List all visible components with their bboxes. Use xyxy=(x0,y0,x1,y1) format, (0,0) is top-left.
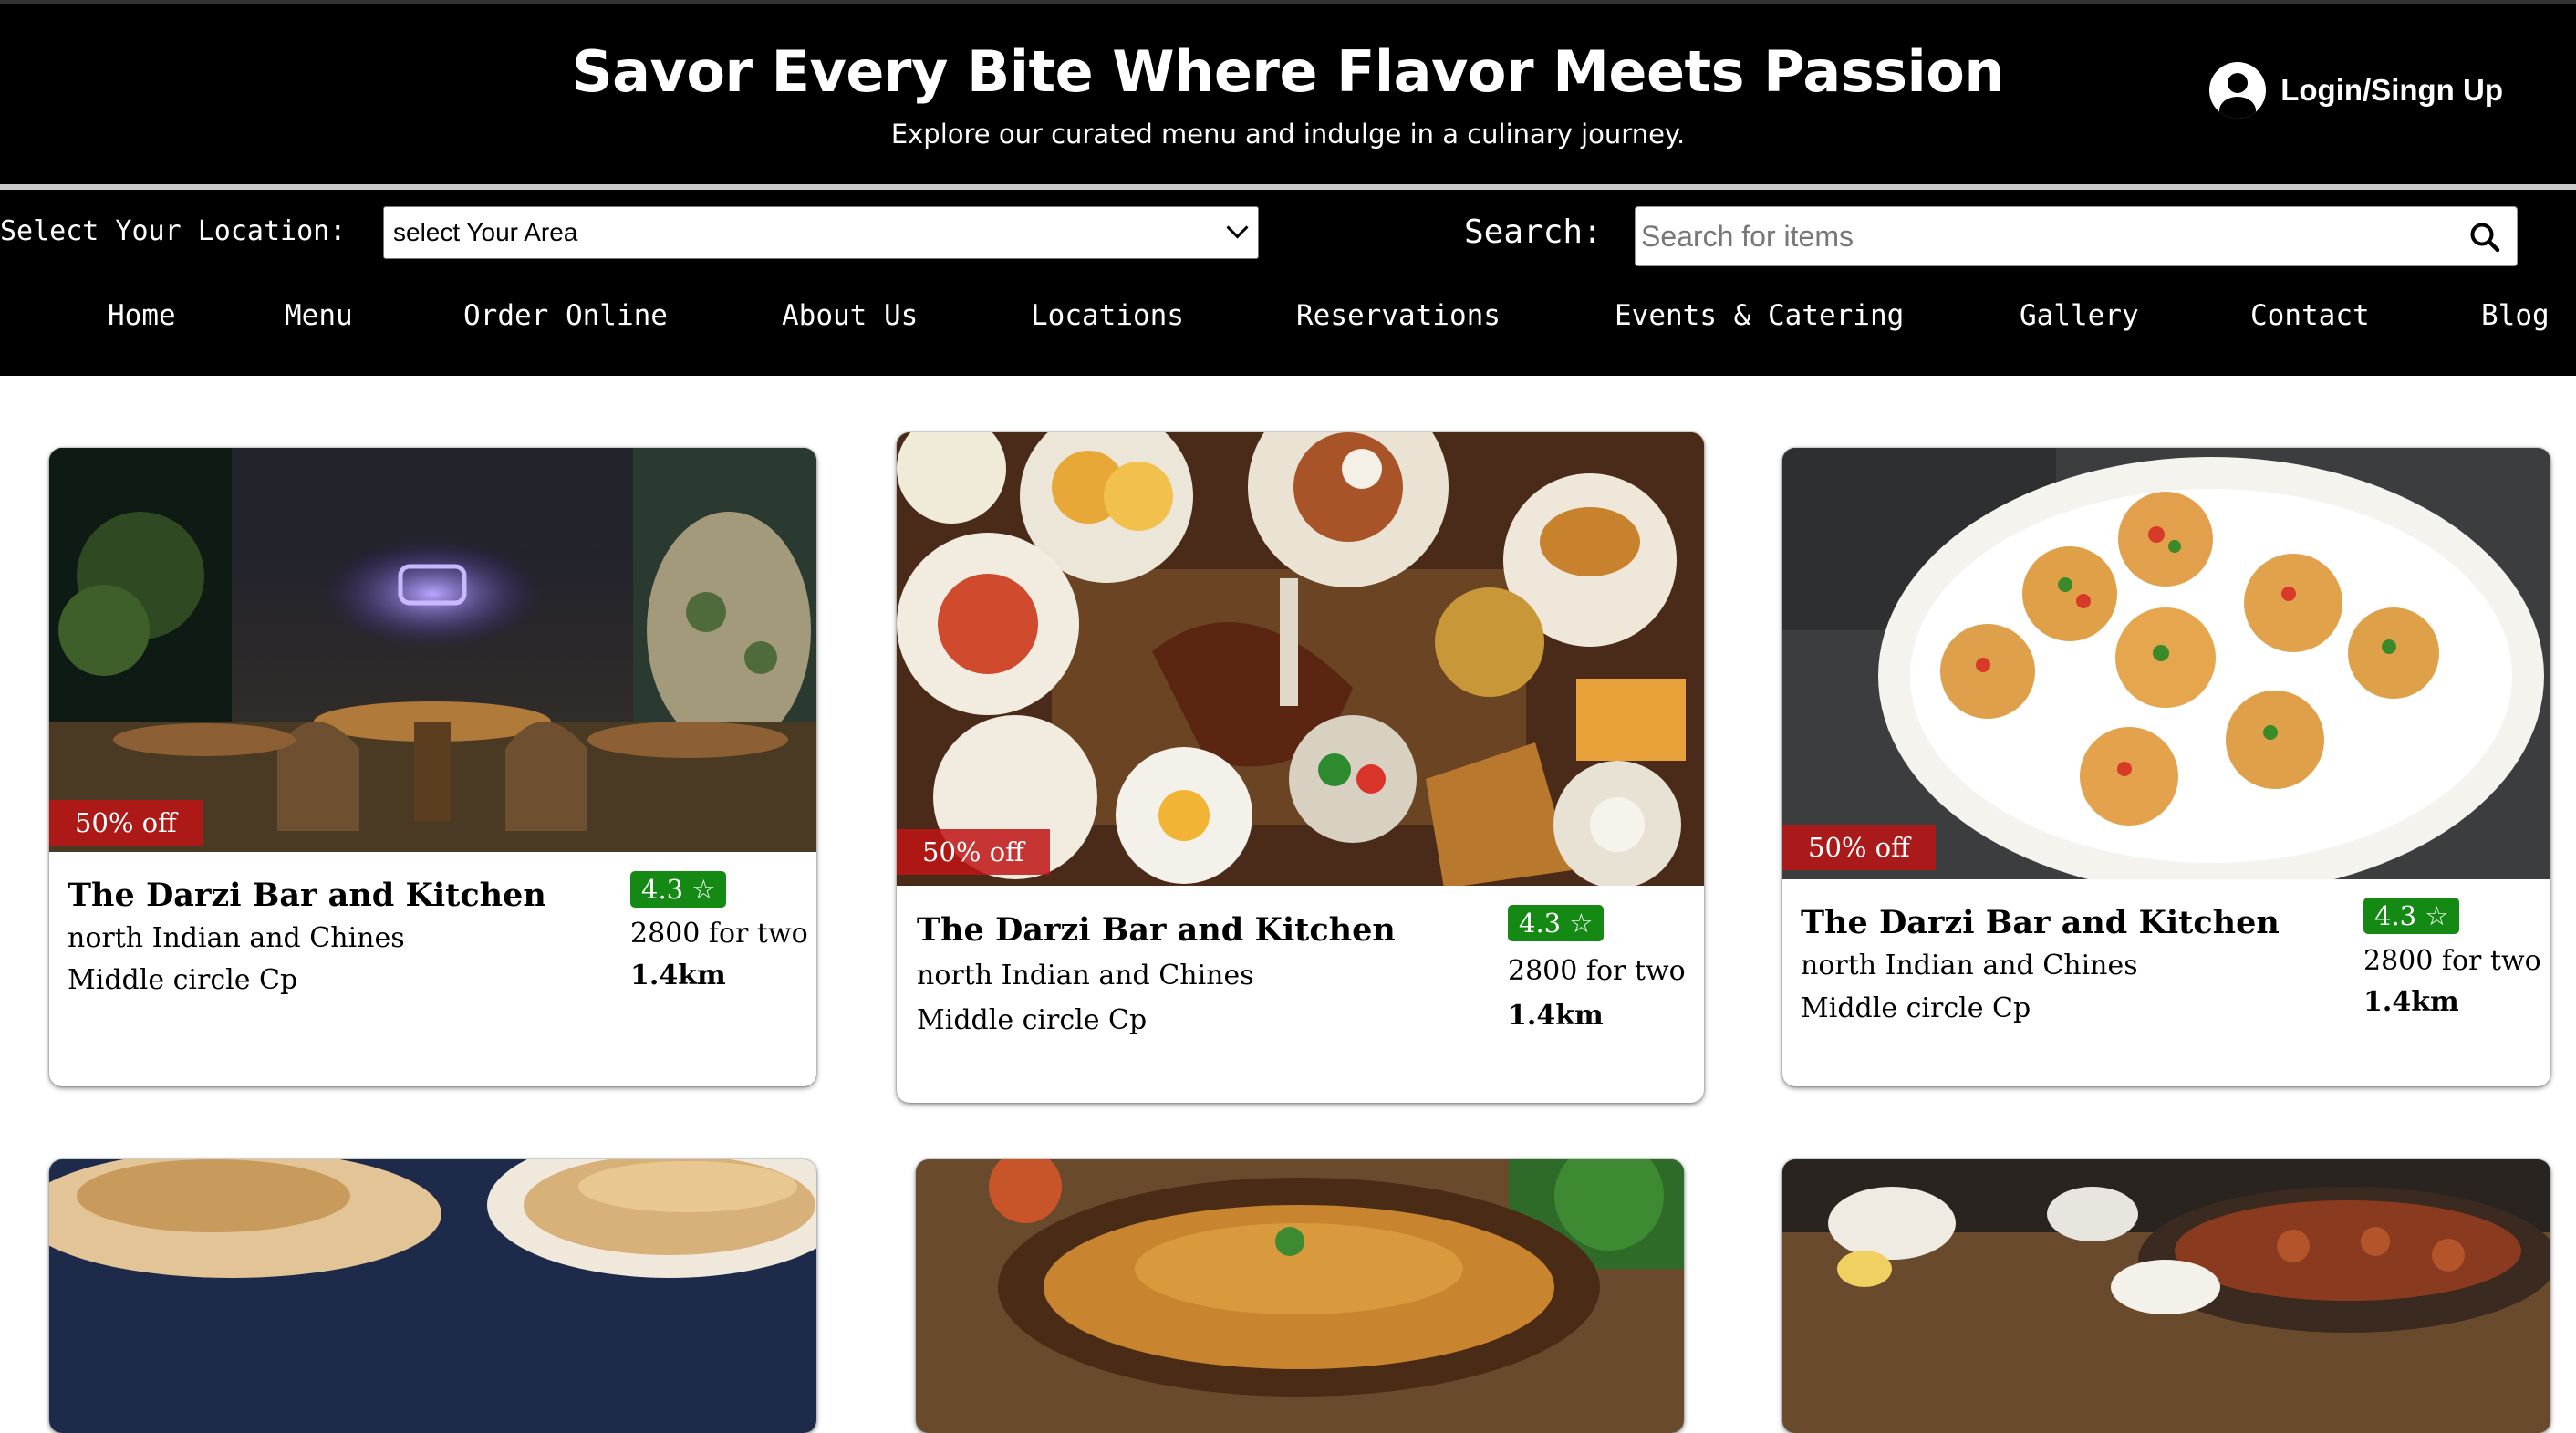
restaurant-name: The Darzi Bar and Kitchen xyxy=(917,911,1396,949)
flatbread-image xyxy=(49,1159,816,1433)
restaurant-card[interactable] xyxy=(49,1159,816,1433)
restaurant-card[interactable] xyxy=(916,1159,1684,1433)
restaurant-cuisine: north Indian and Chines xyxy=(68,922,405,954)
login-label: Login/Singn Up xyxy=(2280,73,2503,107)
distance: 1.4km xyxy=(2363,986,2459,1018)
nav-about-us[interactable]: About Us xyxy=(782,299,918,332)
rating-badge: 4.3 ☆ xyxy=(630,871,727,908)
restaurant-area: Middle circle Cp xyxy=(68,964,298,996)
snack-plate-image xyxy=(1782,448,2550,879)
discount-badge: 50% off xyxy=(897,829,1050,875)
location-label: Select Your Location: xyxy=(0,215,347,247)
distance: 1.4km xyxy=(1508,1000,1604,1032)
nav-locations[interactable]: Locations xyxy=(1031,299,1184,332)
price-for-two: 2800 for two xyxy=(630,918,808,950)
nav-home[interactable]: Home xyxy=(108,299,176,332)
main-nav: Home Menu Order Online About Us Location… xyxy=(0,275,2576,376)
restaurant-card[interactable]: 50% off The Darzi Bar and Kitchen north … xyxy=(1782,448,2550,1086)
nav-blog[interactable]: Blog xyxy=(2481,299,2550,332)
grilled-dish-image xyxy=(1782,1159,2550,1433)
restaurant-name: The Darzi Bar and Kitchen xyxy=(68,877,546,914)
nav-order-online[interactable]: Order Online xyxy=(463,299,668,332)
rating-badge: 4.3 ☆ xyxy=(1508,905,1605,941)
restaurant-area: Middle circle Cp xyxy=(1801,992,2031,1024)
search-input[interactable] xyxy=(1636,207,2446,265)
login-button[interactable]: Login/Singn Up xyxy=(2209,62,2503,119)
restaurant-card[interactable]: 50% off The Darzi Bar and Kitchen north … xyxy=(49,448,816,1086)
site-header: Savor Every Bite Where Flavor Meets Pass… xyxy=(0,4,2576,184)
restaurant-card[interactable] xyxy=(1782,1159,2550,1433)
price-for-two: 2800 for two xyxy=(1508,955,1686,987)
page-title: Savor Every Bite Where Flavor Meets Pass… xyxy=(571,38,2005,105)
search-box xyxy=(1635,206,2518,266)
nav-gallery[interactable]: Gallery xyxy=(2020,299,2139,332)
price-for-two: 2800 for two xyxy=(2363,945,2541,977)
discount-badge: 50% off xyxy=(49,800,203,846)
nav-reservations[interactable]: Reservations xyxy=(1296,299,1501,332)
search-label: Search: xyxy=(1464,213,1603,251)
search-icon[interactable] xyxy=(2469,222,2500,253)
nav-contact[interactable]: Contact xyxy=(2250,299,2370,332)
nav-events-catering[interactable]: Events & Catering xyxy=(1615,299,1904,332)
restaurant-cuisine: north Indian and Chines xyxy=(1801,950,2138,981)
page-subtitle: Explore our curated menu and indulge in … xyxy=(890,119,1686,150)
restaurant-cuisine: north Indian and Chines xyxy=(917,960,1254,992)
location-select[interactable]: select Your Area xyxy=(383,206,1259,259)
user-icon xyxy=(2209,62,2267,119)
rating-badge: 4.3 ☆ xyxy=(2363,898,2460,934)
biryani-image xyxy=(916,1159,1684,1433)
restaurant-name: The Darzi Bar and Kitchen xyxy=(1801,904,2280,941)
restaurant-area: Middle circle Cp xyxy=(917,1004,1148,1036)
discount-badge: 50% off xyxy=(1782,825,1936,870)
food-platter-image xyxy=(897,432,1704,886)
restaurant-card[interactable]: 50% off The Darzi Bar and Kitchen north … xyxy=(897,432,1704,1103)
location-select-value: select Your Area xyxy=(393,218,578,246)
restaurant-interior-image xyxy=(49,448,816,852)
filter-bar: Select Your Location: select Your Area S… xyxy=(0,190,2576,275)
nav-menu[interactable]: Menu xyxy=(285,299,353,332)
distance: 1.4km xyxy=(630,960,726,992)
chevron-down-icon xyxy=(1226,216,1249,239)
